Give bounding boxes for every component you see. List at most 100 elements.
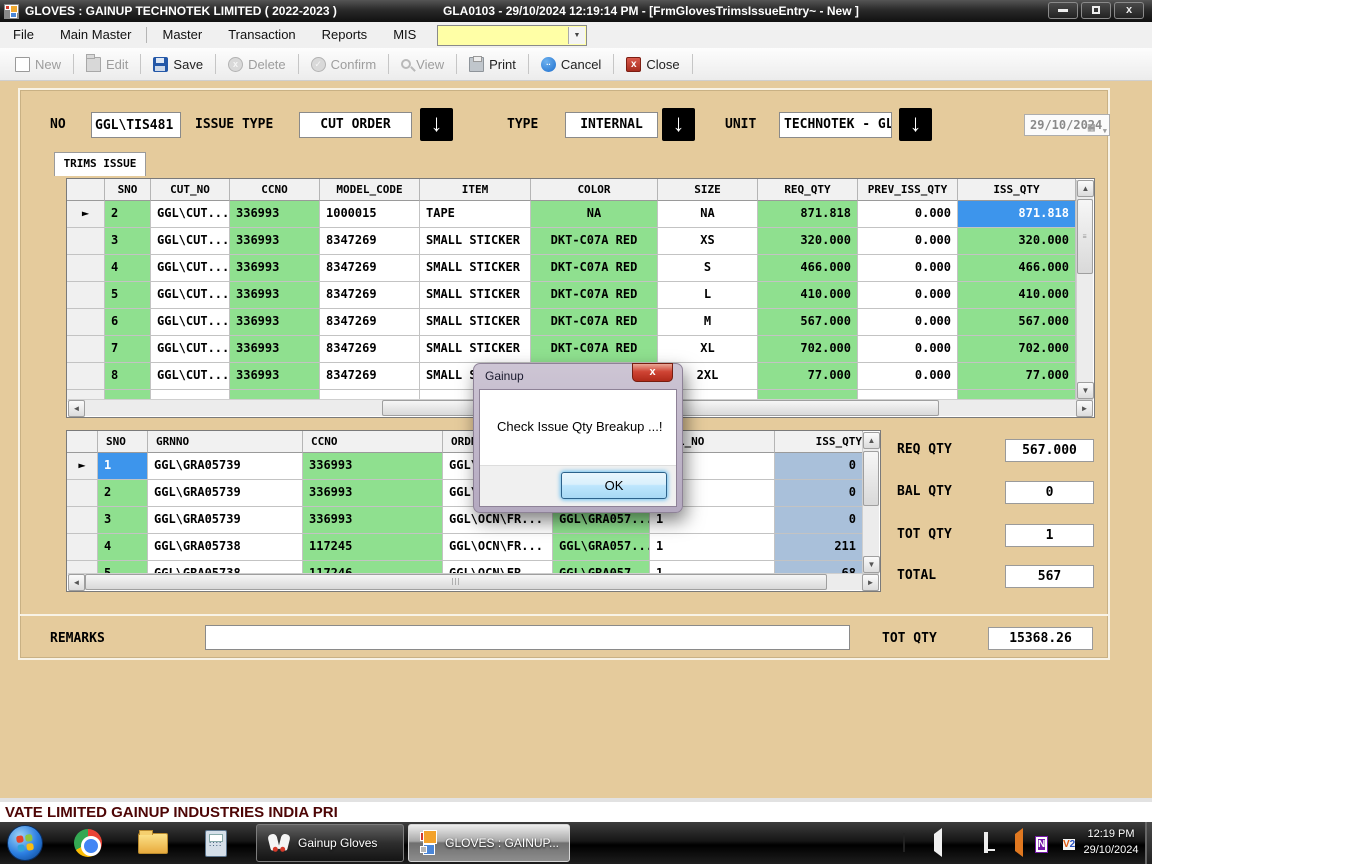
grid-cell[interactable]: 0.000 — [858, 282, 958, 309]
grid-cell[interactable]: 0.000 — [858, 228, 958, 255]
scrollbar-thumb[interactable]: ≡ — [1077, 199, 1093, 274]
row-selector[interactable] — [67, 507, 98, 534]
grid-cell[interactable]: S — [658, 255, 758, 282]
grid-cell[interactable]: SMALL STICKER — [420, 336, 531, 363]
grid-cell[interactable]: 2 — [98, 480, 148, 507]
grid-cell[interactable]: GGL\GRA057... — [553, 534, 650, 561]
column-header[interactable]: MODEL_CODE — [320, 179, 420, 201]
grid-cell[interactable]: GGL\CUT... — [151, 363, 230, 390]
grid-cell[interactable]: 211 — [775, 534, 863, 561]
row-selector[interactable] — [67, 282, 105, 309]
grid-cell[interactable]: 0.000 — [858, 363, 958, 390]
menu-transaction[interactable]: Transaction — [215, 22, 308, 48]
minimize-button[interactable] — [1048, 2, 1078, 19]
column-header[interactable]: CCNO — [303, 431, 443, 453]
grid-cell[interactable]: 8 — [105, 363, 151, 390]
grid-cell[interactable]: 466.000 — [958, 255, 1076, 282]
grid-cell[interactable]: 871.818 — [958, 201, 1076, 228]
scroll-left-icon[interactable]: ◄ — [68, 574, 85, 591]
table-row[interactable]: 3GGL\GRA05739336993GGL\OCN\FR...GGL\GRA0… — [67, 507, 880, 534]
row-selector[interactable] — [67, 363, 105, 390]
grid-cell[interactable]: GGL\CUT... — [151, 309, 230, 336]
grid-cell[interactable]: 336993 — [303, 507, 443, 534]
grid-cell[interactable]: GGL\CUT... — [151, 336, 230, 363]
grid-cell[interactable]: GGL\CUT... — [151, 201, 230, 228]
issue-type-value[interactable]: CUT ORDER — [299, 112, 412, 138]
grid-cell[interactable]: 7 — [105, 336, 151, 363]
grid-cell[interactable]: 336993 — [230, 255, 320, 282]
column-header[interactable]: CUT_NO — [151, 179, 230, 201]
tab-trims-issue[interactable]: TRIMS ISSUE — [54, 152, 146, 176]
column-header[interactable]: CCNO — [230, 179, 320, 201]
grid-cell[interactable]: 0 — [775, 453, 863, 480]
grid-cell[interactable]: TAPE — [420, 201, 531, 228]
taskbar-item-gainup-gloves[interactable]: Gainup Gloves — [256, 824, 404, 862]
column-header[interactable]: REQ_QTY — [758, 179, 858, 201]
grid-cell[interactable]: SMALL STICKER — [420, 309, 531, 336]
save-button[interactable]: Save — [144, 54, 212, 75]
grid-cell[interactable]: M — [658, 309, 758, 336]
grid-cell[interactable]: NA — [658, 201, 758, 228]
grid-cell[interactable]: 1 — [98, 453, 148, 480]
grid-cell[interactable]: 77.000 — [958, 363, 1076, 390]
grid-cell[interactable]: 336993 — [230, 228, 320, 255]
grid-cell[interactable]: 8347269 — [320, 363, 420, 390]
grid-cell[interactable]: 336993 — [230, 336, 320, 363]
edit-button[interactable]: Edit — [77, 54, 137, 75]
grid-cell[interactable]: 0 — [775, 480, 863, 507]
grid-cell[interactable]: GGL\CUT... — [151, 255, 230, 282]
close-form-button[interactable]: xClose — [617, 54, 688, 75]
grid-cell[interactable]: XS — [658, 228, 758, 255]
column-header[interactable]: SNO — [105, 179, 151, 201]
scroll-left-icon[interactable]: ◄ — [68, 400, 85, 417]
grid-cell[interactable]: 702.000 — [758, 336, 858, 363]
antivirus-icon[interactable] — [901, 834, 918, 851]
grid-cell[interactable]: 410.000 — [758, 282, 858, 309]
row-selector[interactable] — [67, 534, 98, 561]
ok-button[interactable]: OK — [561, 472, 667, 499]
column-header[interactable]: ISS_QTY — [775, 431, 863, 453]
grid-cell[interactable]: 4 — [105, 255, 151, 282]
confirm-button[interactable]: ✓Confirm — [302, 54, 386, 75]
scroll-right-icon[interactable]: ► — [1076, 400, 1093, 417]
taskbar-item-gloves-gainup[interactable]: GLOVES : GAINUP... — [408, 824, 570, 862]
menu-file[interactable]: File — [0, 22, 47, 48]
grid-cell[interactable]: 466.000 — [758, 255, 858, 282]
grid-cell[interactable]: GGL\GRA05739 — [148, 480, 303, 507]
remarks-input[interactable] — [205, 625, 850, 650]
row-selector[interactable] — [67, 336, 105, 363]
grid-cell[interactable]: 77.000 — [758, 363, 858, 390]
horizontal-scrollbar[interactable]: ◄ ||| ► — [68, 573, 879, 590]
grid-cell[interactable]: 8347269 — [320, 309, 420, 336]
table-row[interactable]: 3GGL\CUT...3369938347269SMALL STICKERDKT… — [67, 228, 1094, 255]
grid-cell[interactable]: GGL\GRA05739 — [148, 507, 303, 534]
current-row-indicator[interactable]: ► — [67, 201, 105, 228]
grid-cell[interactable]: 336993 — [230, 201, 320, 228]
grid-cell[interactable]: GGL\CUT... — [151, 228, 230, 255]
action-center-flag-icon[interactable] — [955, 834, 972, 851]
grid-cell[interactable]: SMALL STICKER — [420, 282, 531, 309]
grid-cell[interactable]: L — [658, 282, 758, 309]
column-header[interactable]: SIZE — [658, 179, 758, 201]
bottom-tot-qty-value[interactable]: 15368.26 — [988, 627, 1093, 650]
grid-cell[interactable]: DKT-C07A RED — [531, 309, 658, 336]
row-selector[interactable] — [67, 255, 105, 282]
grid-cell[interactable]: GGL\CUT... — [151, 282, 230, 309]
grid-cell[interactable]: 5 — [105, 282, 151, 309]
scroll-right-icon[interactable]: ► — [862, 574, 879, 591]
restore-button[interactable] — [1081, 2, 1111, 19]
table-row[interactable]: 4GGL\GRA05738117245GGL\OCN\FR...GGL\GRA0… — [67, 534, 880, 561]
table-row[interactable]: 5GGL\CUT...3369938347269SMALL STICKERDKT… — [67, 282, 1094, 309]
grid-cell[interactable]: 2 — [105, 201, 151, 228]
column-header[interactable]: ISS_QTY — [958, 179, 1076, 201]
grid-cell[interactable]: 8347269 — [320, 228, 420, 255]
grid-cell[interactable]: DKT-C07A RED — [531, 282, 658, 309]
scrollbar-thumb[interactable] — [863, 451, 879, 506]
grid-cell[interactable]: 336993 — [303, 480, 443, 507]
grid-cell[interactable]: 410.000 — [958, 282, 1076, 309]
grid-cell[interactable]: GGL\OCN\FR... — [443, 534, 553, 561]
table-row[interactable]: 4GGL\CUT...3369938347269SMALL STICKERDKT… — [67, 255, 1094, 282]
grid-cell[interactable]: 1 — [650, 534, 775, 561]
grid-cell[interactable]: 4 — [98, 534, 148, 561]
scroll-down-icon[interactable]: ▼ — [1077, 382, 1094, 399]
